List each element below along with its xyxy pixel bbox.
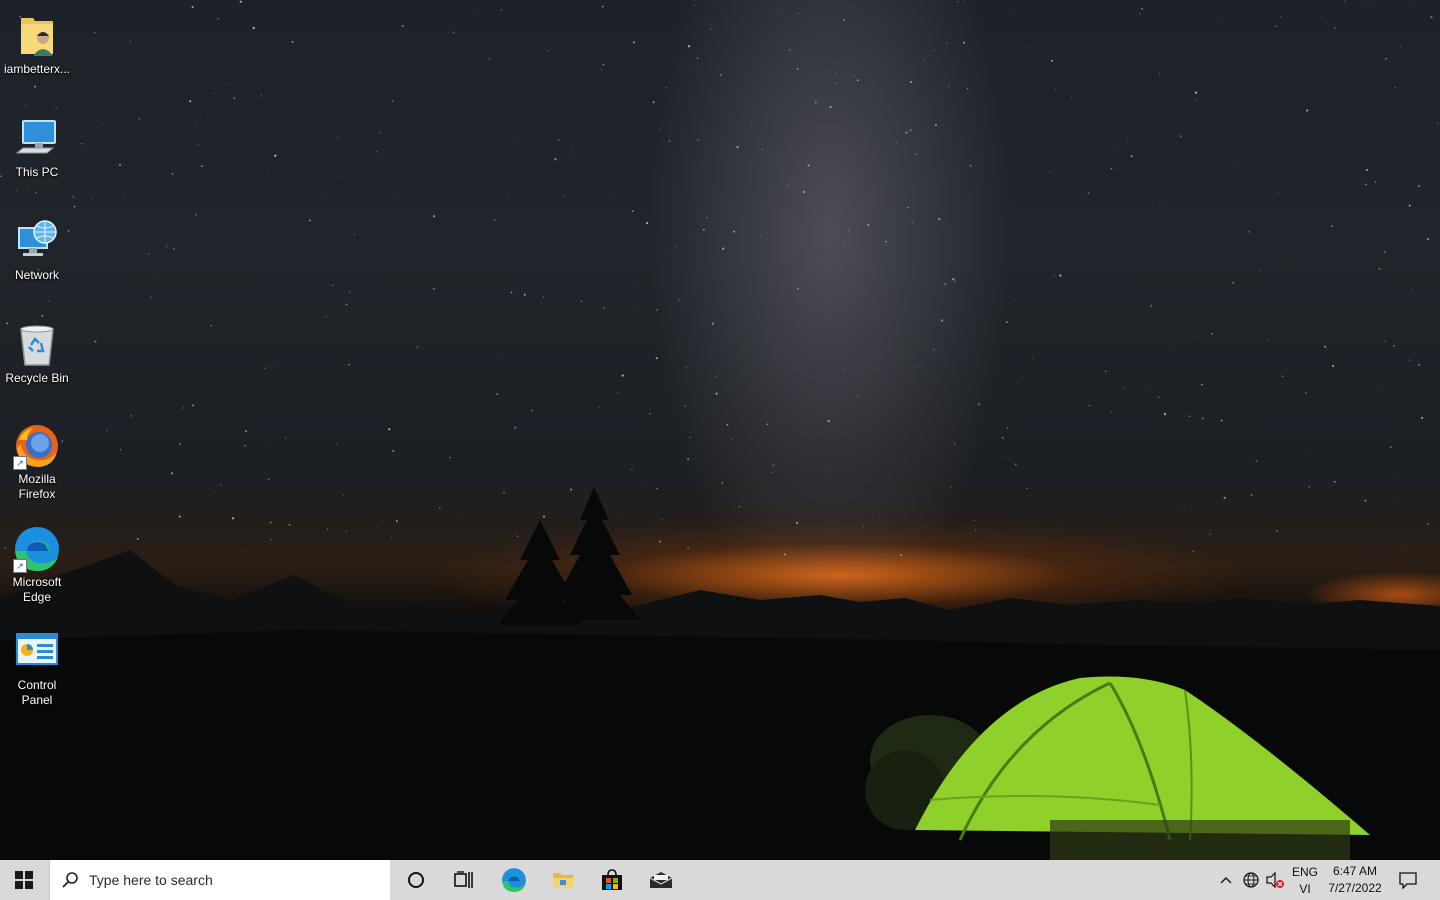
desktop-icon-edge[interactable]: ↗ Microsoft Edge (0, 517, 74, 605)
cortana-icon (408, 872, 424, 888)
windows-logo-icon (15, 871, 33, 889)
computer-icon (13, 115, 61, 163)
desktop-icon-label: Network (14, 268, 59, 282)
shortcut-arrow-icon: ↗ (13, 456, 27, 470)
network-icon (13, 218, 61, 266)
desktop-icon-label: Control Panel (17, 678, 57, 707)
mail-button[interactable] (637, 860, 685, 900)
desktop-icon-this-pc[interactable]: This PC (0, 107, 74, 180)
edge-icon (502, 868, 526, 892)
edge-icon: ↗ (13, 525, 61, 573)
desktop-icon-user-folder[interactable]: iambetterx... (0, 4, 74, 77)
input-method-code: VI (1299, 882, 1311, 896)
taskbar-edge-button[interactable] (490, 860, 538, 900)
taskbar-search-box[interactable]: Type here to search (49, 860, 390, 900)
search-icon (62, 872, 78, 888)
action-center-button[interactable] (1390, 860, 1426, 900)
mail-icon (649, 872, 673, 888)
language-code: ENG (1291, 865, 1318, 879)
network-globe-icon (1243, 872, 1259, 888)
volume-tray-button[interactable] (1263, 860, 1287, 900)
desktop-wallpaper (0, 0, 1440, 860)
notification-icon (1399, 872, 1417, 889)
chevron-up-icon (1220, 877, 1232, 884)
control-panel-icon (13, 628, 61, 676)
file-explorer-icon (553, 873, 573, 888)
desktop-icon-label: Recycle Bin (5, 371, 69, 385)
language-indicator[interactable]: ENG VI (1289, 860, 1321, 900)
desktop-icon-label: iambetterx... (3, 62, 71, 76)
volume-muted-icon (1266, 871, 1284, 889)
shortcut-arrow-icon: ↗ (13, 559, 27, 573)
search-placeholder: Type here to search (89, 872, 213, 888)
desktop-icon-control-panel[interactable]: Control Panel (0, 620, 74, 708)
cortana-button[interactable] (392, 860, 440, 900)
desktop-icon-label: Mozilla Firefox (18, 472, 56, 501)
task-view-button[interactable] (440, 860, 488, 900)
desktop-icon-network[interactable]: Network (0, 210, 74, 283)
task-view-icon (454, 871, 473, 888)
file-explorer-button[interactable] (539, 860, 587, 900)
start-button[interactable] (0, 860, 48, 900)
clock-date: 7/27/2022 (1328, 881, 1382, 895)
store-button[interactable] (588, 860, 636, 900)
store-icon (602, 869, 622, 890)
desktop-icon-firefox[interactable]: ↗ Mozilla Firefox (0, 414, 74, 502)
wallpaper-scene (0, 0, 1440, 860)
recycle-bin-icon (13, 321, 61, 369)
desktop-icon-label: This PC (15, 165, 59, 179)
clock-time: 6:47 AM (1332, 864, 1378, 878)
show-hidden-icons-button[interactable] (1214, 860, 1238, 900)
desktop-icon-label: Microsoft Edge (12, 575, 62, 604)
network-tray-button[interactable] (1239, 860, 1263, 900)
user-folder-icon (13, 12, 61, 60)
desktop-icon-recycle-bin[interactable]: Recycle Bin (0, 313, 74, 386)
firefox-icon: ↗ (13, 422, 61, 470)
taskbar: Type here to search ENG VI 6:47 AM 7/27/… (0, 860, 1440, 900)
clock[interactable]: 6:47 AM 7/27/2022 (1322, 860, 1388, 900)
